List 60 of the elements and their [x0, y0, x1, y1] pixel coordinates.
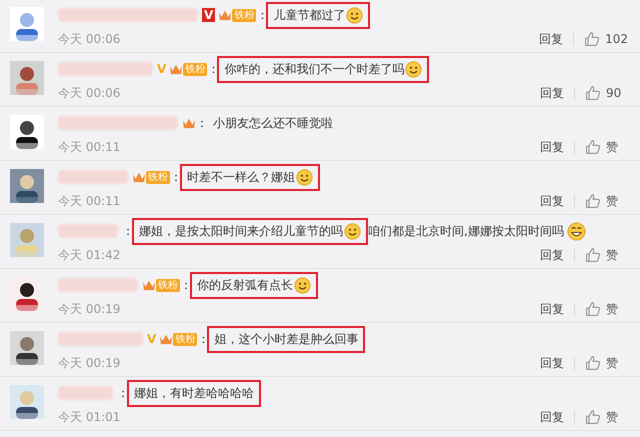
like-count: 赞 — [606, 192, 619, 210]
colon: ： — [117, 384, 129, 402]
comment-text: 姐，这个小时差是肿么回事 — [214, 330, 358, 348]
timestamp: 今天 01:01 — [58, 408, 120, 426]
fan-badge: 铁粉 — [232, 8, 256, 22]
like-count: 赞 — [606, 408, 619, 426]
reply-link[interactable]: 回复 — [540, 300, 564, 318]
reply-link[interactable]: 回复 — [540, 192, 564, 210]
reply-link[interactable]: 回复 — [539, 30, 564, 48]
reply-link[interactable]: 回复 — [540, 246, 564, 264]
timestamp: 今天 00:19 — [58, 354, 120, 372]
colon: ： — [196, 114, 208, 132]
timestamp: 今天 00:06 — [58, 84, 120, 102]
comment-text: 你的反射弧有点长 — [197, 276, 293, 294]
timestamp: 今天 01:42 — [58, 246, 120, 264]
like-count: 赞 — [606, 354, 619, 372]
thumbs-up-icon[interactable] — [585, 301, 601, 317]
fan-badge: 铁粉 — [146, 170, 170, 184]
thumbs-up-icon[interactable] — [584, 31, 600, 47]
thumbs-up-icon[interactable] — [585, 139, 601, 155]
colon: ： — [197, 330, 210, 348]
thumbs-up-icon[interactable] — [585, 409, 601, 425]
colon: ： — [170, 168, 182, 186]
comment-text: 时差不一样么？娜姐 — [187, 168, 295, 186]
thumbs-up-icon[interactable] — [585, 247, 601, 263]
comment-text: 咱们都是北京时间,娜娜按太阳时间吗 — [368, 222, 564, 240]
comment-text: 娜姐，是按太阳时间来介绍儿童节的吗 — [139, 222, 343, 240]
like-count: 赞 — [606, 246, 619, 264]
like-count: 90 — [606, 86, 622, 100]
reply-link[interactable]: 回复 — [540, 138, 564, 156]
verified-label: V — [157, 62, 166, 76]
comment-text: 你咋的，还和我们不一个时差了吗 — [224, 60, 404, 78]
comment-text: 小朋友怎么还不睡觉啦 — [213, 114, 333, 132]
comment-text: 儿童节都过了 — [273, 6, 346, 24]
timestamp: 今天 00:06 — [58, 30, 120, 48]
verified-badge: V — [202, 8, 216, 22]
colon: ： — [122, 222, 134, 240]
thumbs-up-icon[interactable] — [585, 355, 601, 371]
like-count: 赞 — [606, 138, 619, 156]
colon: ： — [180, 276, 192, 294]
blurred-username — [58, 386, 113, 400]
blurred-username — [58, 224, 118, 238]
comment-text: 娜姐，有时差哈哈哈哈 — [134, 384, 254, 402]
reply-link[interactable]: 回复 — [540, 84, 564, 102]
timestamp: 今天 00:11 — [58, 192, 120, 210]
reply-link[interactable]: 回复 — [540, 354, 564, 372]
thumbs-up-icon[interactable] — [585, 85, 601, 101]
verified-label: V — [147, 332, 156, 346]
timestamp: 今天 00:19 — [58, 300, 120, 318]
reply-link[interactable]: 回复 — [540, 408, 564, 426]
fan-badge: 铁粉 — [183, 62, 208, 76]
blurred-username — [58, 170, 128, 184]
thumbs-up-icon[interactable] — [585, 193, 601, 209]
timestamp: 今天 00:11 — [58, 138, 120, 156]
fan-badge: 铁粉 — [156, 278, 180, 292]
colon: ： — [256, 6, 268, 24]
colon: ： — [207, 60, 220, 78]
fan-badge: 铁粉 — [173, 332, 198, 346]
like-count: 102 — [605, 32, 628, 46]
like-count: 赞 — [606, 300, 619, 318]
